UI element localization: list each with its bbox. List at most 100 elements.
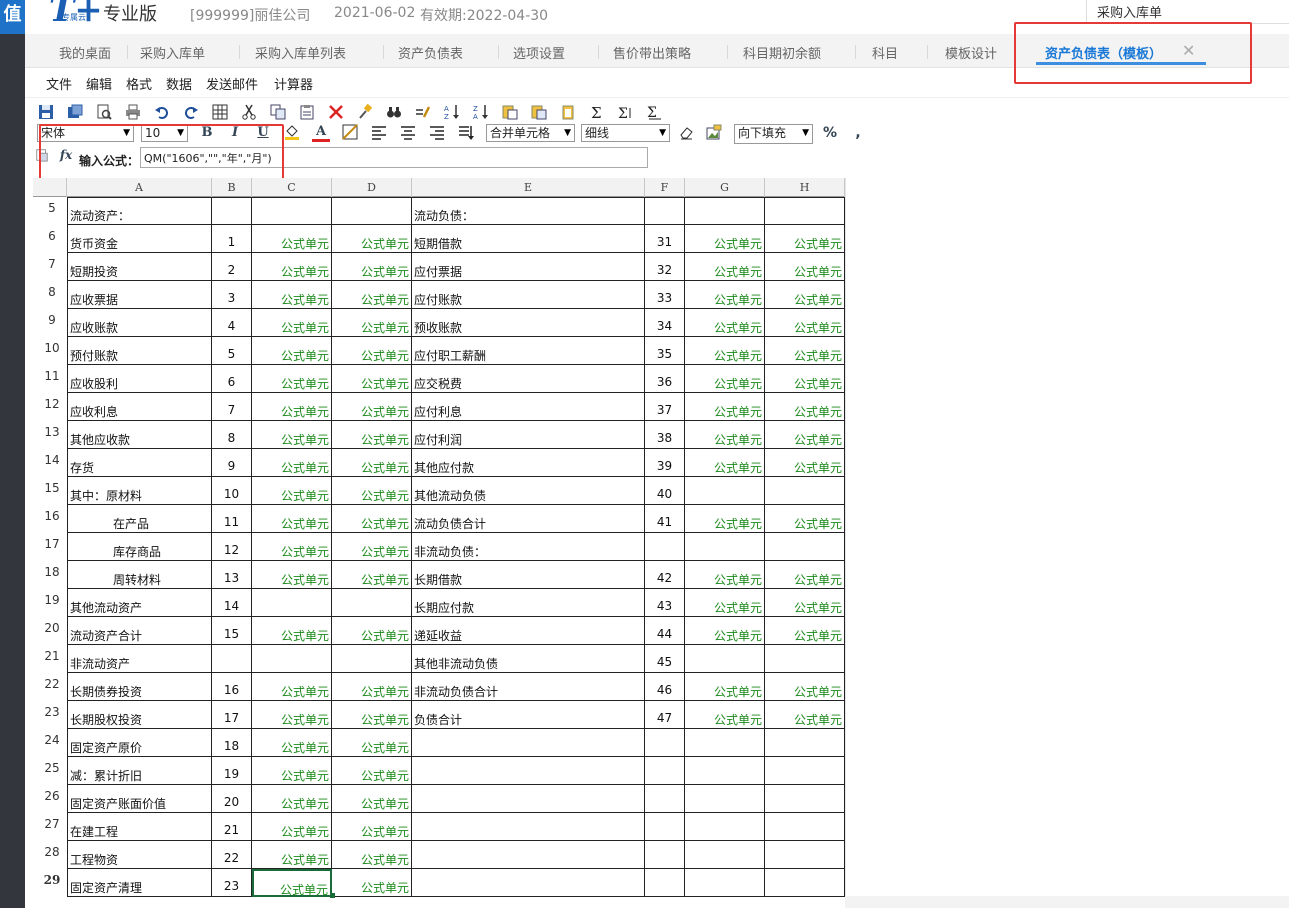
undo-icon[interactable]: [153, 104, 171, 122]
cell-h[interactable]: [765, 841, 845, 869]
cell-h[interactable]: [765, 729, 845, 757]
delete-icon[interactable]: [327, 104, 345, 122]
cell-g[interactable]: [685, 869, 765, 897]
cell-h[interactable]: 公式单元: [765, 561, 845, 589]
cell-e[interactable]: 非流动负债合计: [412, 673, 645, 701]
cell-d[interactable]: 公式单元: [332, 505, 412, 533]
menu-file[interactable]: 文件: [46, 74, 72, 93]
cell-a[interactable]: 短期投资: [67, 253, 212, 281]
sort-descending-icon[interactable]: ZA: [472, 104, 490, 122]
fill-color-icon[interactable]: [283, 124, 301, 142]
cell-g[interactable]: [685, 757, 765, 785]
row-header[interactable]: 12: [33, 393, 67, 421]
cell-g[interactable]: 公式单元: [685, 505, 765, 533]
row-header[interactable]: 21: [33, 645, 67, 673]
cell-f[interactable]: 33: [645, 281, 685, 309]
clipboard-icon[interactable]: [559, 104, 577, 122]
font-color-button[interactable]: A: [312, 124, 330, 142]
cell-a[interactable]: 货币资金: [67, 225, 212, 253]
spreadsheet[interactable]: A B C D E F G H 5 6 7 8 9 10 11 12 13 14 15 16 17 18 1…: [33, 178, 845, 908]
cell-f[interactable]: [645, 757, 685, 785]
cell-g[interactable]: 公式单元: [685, 421, 765, 449]
cell-f[interactable]: 41: [645, 505, 685, 533]
cell-a[interactable]: 非流动资产: [67, 645, 212, 673]
cell-e[interactable]: 非流动负债：: [412, 533, 645, 561]
cell-a[interactable]: 长期债券投资: [67, 673, 212, 701]
cell-f[interactable]: 35: [645, 337, 685, 365]
cell-b[interactable]: 10: [212, 477, 252, 505]
cell-b[interactable]: 16: [212, 673, 252, 701]
cell-d[interactable]: 公式单元: [332, 673, 412, 701]
save-icon[interactable]: [37, 104, 55, 122]
cell-g[interactable]: 公式单元: [685, 281, 765, 309]
cell-b[interactable]: 6: [212, 365, 252, 393]
tab-my-desktop[interactable]: 我的桌面: [59, 43, 111, 62]
cell-d[interactable]: 公式单元: [332, 561, 412, 589]
paste-icon[interactable]: [298, 104, 316, 122]
cell-b[interactable]: 23: [212, 869, 252, 897]
cell-f[interactable]: 47: [645, 701, 685, 729]
cell-c[interactable]: 公式单元: [252, 337, 332, 365]
cell-a[interactable]: 其中：原材料: [67, 477, 212, 505]
cell-g[interactable]: [685, 645, 765, 673]
cell-h[interactable]: 公式单元: [765, 365, 845, 393]
row-header[interactable]: 19: [33, 589, 67, 617]
row-header[interactable]: 23: [33, 701, 67, 729]
redo-icon[interactable]: [182, 104, 200, 122]
cell-h[interactable]: 公式单元: [765, 337, 845, 365]
tab-options[interactable]: 选项设置: [513, 43, 565, 62]
wrap-text-icon[interactable]: [457, 124, 475, 142]
cell-g[interactable]: 公式单元: [685, 673, 765, 701]
cell-g[interactable]: 公式单元: [685, 225, 765, 253]
cell-h[interactable]: 公式单元: [765, 589, 845, 617]
cell-e[interactable]: 应付职工薪酬: [412, 337, 645, 365]
format-painter-icon[interactable]: [356, 103, 374, 122]
cell-g[interactable]: 公式单元: [685, 253, 765, 281]
cell-c[interactable]: 公式单元: [252, 561, 332, 589]
cell-g[interactable]: [685, 533, 765, 561]
row-header[interactable]: 29: [33, 869, 67, 897]
row-header[interactable]: 5: [33, 197, 67, 225]
tab-balance-sheet[interactable]: 资产负债表: [398, 43, 463, 62]
cell-a[interactable]: 预付账款: [67, 337, 212, 365]
cell-f[interactable]: 43: [645, 589, 685, 617]
cell-b[interactable]: 7: [212, 393, 252, 421]
cell-h[interactable]: [765, 869, 845, 897]
cell-h[interactable]: [765, 533, 845, 561]
cell-f[interactable]: 31: [645, 225, 685, 253]
eraser-icon[interactable]: [677, 124, 695, 142]
column-header-c[interactable]: C: [252, 178, 332, 197]
select-all-corner[interactable]: [33, 178, 67, 197]
cell-e[interactable]: 递延收益: [412, 617, 645, 645]
cell-b[interactable]: [212, 645, 252, 673]
cell-a[interactable]: 在产品: [67, 505, 212, 533]
cell-d[interactable]: 公式单元: [332, 729, 412, 757]
cell-f[interactable]: [645, 197, 685, 225]
cell-f[interactable]: 39: [645, 449, 685, 477]
cell-a[interactable]: 其他应收款: [67, 421, 212, 449]
cell-h[interactable]: 公式单元: [765, 673, 845, 701]
row-header[interactable]: 9: [33, 309, 67, 337]
cell-c[interactable]: 公式单元: [252, 281, 332, 309]
cell-c[interactable]: 公式单元: [252, 225, 332, 253]
cell-h[interactable]: 公式单元: [765, 701, 845, 729]
cell-b[interactable]: 9: [212, 449, 252, 477]
cell-b[interactable]: 12: [212, 533, 252, 561]
cell-b[interactable]: 5: [212, 337, 252, 365]
cell-b[interactable]: 14: [212, 589, 252, 617]
cell-e[interactable]: [412, 813, 645, 841]
cell-e[interactable]: [412, 785, 645, 813]
cell-h[interactable]: 公式单元: [765, 505, 845, 533]
cell-g[interactable]: 公式单元: [685, 337, 765, 365]
align-right-icon[interactable]: [428, 124, 446, 142]
cell-e[interactable]: 流动负债：: [412, 197, 645, 225]
cell-a[interactable]: 流动资产合计: [67, 617, 212, 645]
row-header[interactable]: 20: [33, 617, 67, 645]
cell-c[interactable]: 公式单元: [252, 365, 332, 393]
horizontal-scrollbar[interactable]: [845, 896, 1289, 908]
cell-c[interactable]: 公式单元: [252, 477, 332, 505]
cell-h[interactable]: 公式单元: [765, 421, 845, 449]
cell-d[interactable]: 公式单元: [332, 785, 412, 813]
column-header-e[interactable]: E: [412, 178, 645, 197]
align-left-icon[interactable]: [370, 124, 388, 142]
